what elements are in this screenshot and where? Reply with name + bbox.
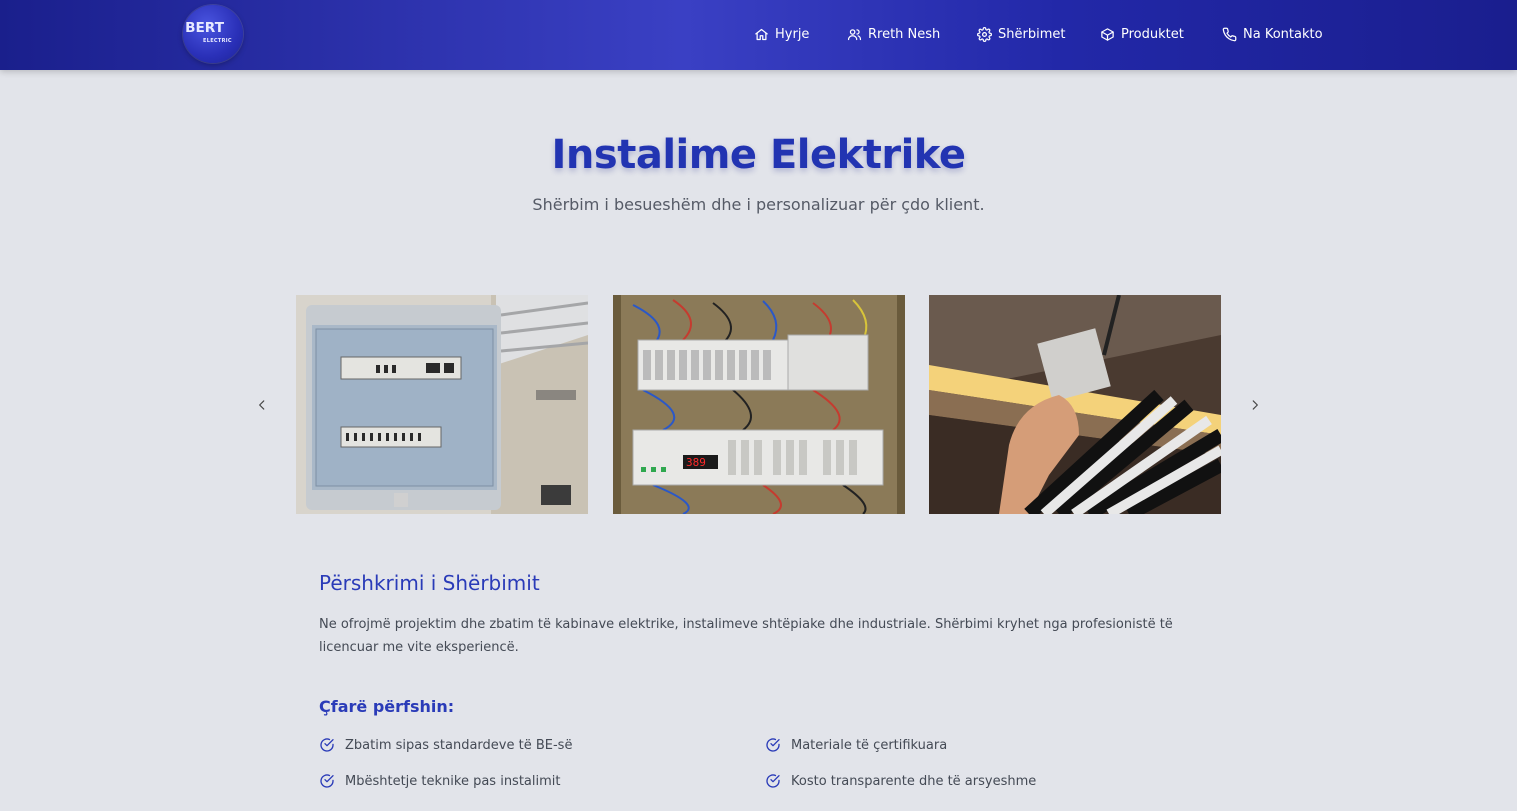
carousel-slide-3 [929, 295, 1221, 514]
home-icon [755, 28, 768, 40]
technician-installation-photo [929, 295, 1221, 514]
feature-item: Materiale të çertifikuara [765, 737, 947, 753]
nav-item-rreth-nesh[interactable]: Rreth Nesh [847, 24, 940, 44]
electrical-panel-photo [296, 295, 588, 514]
phone-icon [1222, 27, 1237, 41]
feature-label: Zbatim sipas standardeve të BE-së [345, 737, 573, 753]
nav-item-na-kontakto[interactable]: Na Kontakto [1222, 24, 1323, 44]
description-title: Përshkrimi i Shërbimit [319, 571, 540, 595]
feature-item: Zbatim sipas standardeve të BE-së [319, 737, 572, 753]
check-circle-icon [766, 774, 780, 788]
feature-label: Kosto transparente dhe të arsyeshme [791, 773, 1037, 789]
carousel-prev-button[interactable] [252, 394, 272, 416]
nav-item-label: Rreth Nesh [868, 26, 941, 42]
carousel-slide-1 [296, 295, 588, 514]
page-title: Instalime Elektrike [551, 132, 966, 178]
check-circle-icon [320, 738, 334, 752]
nav-item-label: Produktet [1121, 26, 1184, 42]
chevron-left-icon [259, 400, 265, 410]
feature-item: Kosto transparente dhe të arsyeshme [765, 773, 1036, 789]
logo-text-main: BERT [185, 21, 225, 36]
top-navbar: BERT ELECTRIC Hyrje Rreth Nesh Shërbimet… [0, 0, 1517, 70]
description-text: Ne ofrojmë projektim dhe zbatim të kabin… [319, 617, 1173, 655]
nav-item-label: Shërbimet [998, 26, 1066, 42]
check-circle-icon [320, 774, 334, 788]
nav-item-label: Na Kontakto [1243, 26, 1323, 42]
gear-icon [977, 26, 992, 42]
brand-logo[interactable]: BERT ELECTRIC [183, 5, 243, 63]
feature-label: Materiale të çertifikuara [791, 737, 948, 753]
users-icon [847, 28, 862, 40]
logo-text-sub: ELECTRIC [203, 38, 232, 44]
nav-item-produktet[interactable]: Produktet [1100, 24, 1184, 44]
chevron-right-icon [1252, 400, 1258, 410]
includes-title: Çfarë përfshin: [319, 697, 455, 716]
check-circle-icon [766, 738, 780, 752]
nav-item-label: Hyrje [775, 26, 810, 42]
page-subtitle: Shërbim i besueshëm dhe i personalizuar … [532, 195, 985, 214]
carousel-slide-2: 389 [613, 295, 905, 514]
box-icon [1101, 27, 1114, 41]
nav-item-sherbimet[interactable]: Shërbimet [977, 24, 1065, 44]
distribution-board-photo: 389 [613, 295, 905, 514]
feature-label: Mbështetje teknike pas instalimit [345, 773, 561, 789]
nav-item-hyrje[interactable]: Hyrje [754, 24, 809, 44]
feature-item: Mbështetje teknike pas instalimit [319, 773, 561, 789]
carousel-next-button[interactable] [1245, 394, 1265, 416]
meter-display: 389 [686, 456, 706, 469]
